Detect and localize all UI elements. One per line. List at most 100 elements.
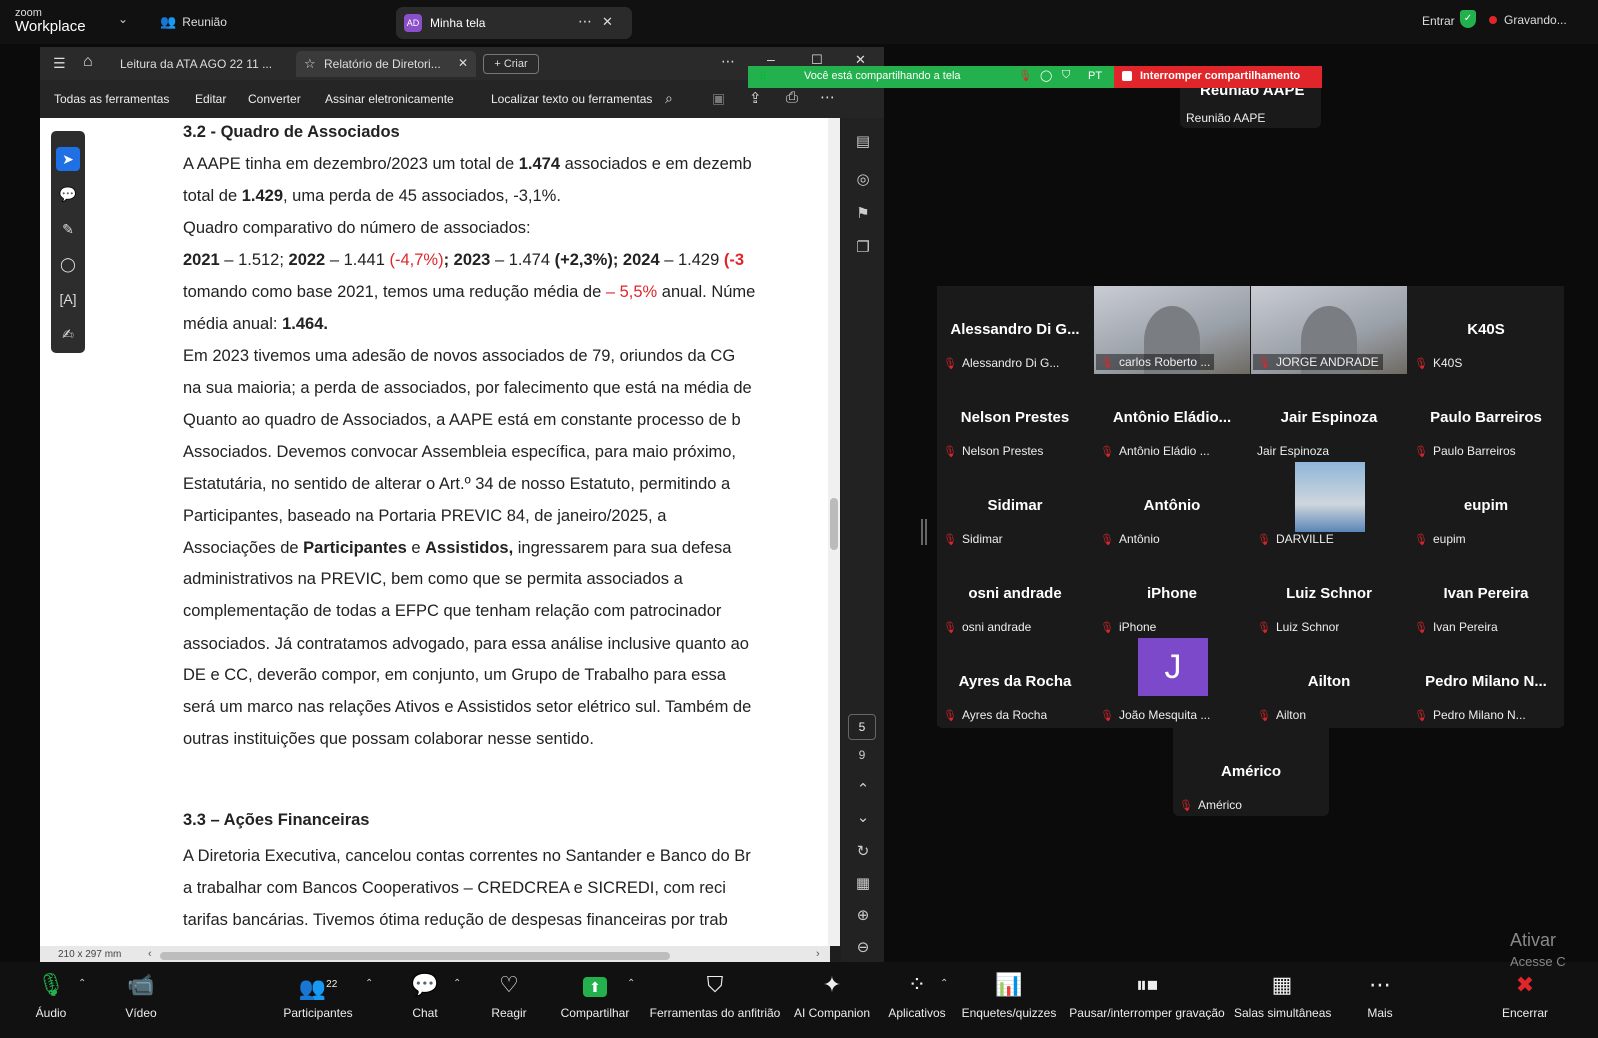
chevron-up-icon[interactable]: ⌃ — [365, 978, 373, 989]
select-tool-icon[interactable]: ➤ — [56, 147, 80, 171]
end-meeting-button[interactable]: ✖ Encerrar — [1494, 962, 1556, 1038]
scrollbar-thumb[interactable] — [830, 498, 838, 550]
bookmarks-icon[interactable]: ⚑ — [851, 202, 875, 226]
zoom-out-icon[interactable]: ⊖ — [851, 936, 875, 960]
comments-icon[interactable]: ◎ — [851, 168, 875, 192]
drag-handle-icon[interactable]: ⠿ — [759, 70, 767, 83]
host-tools-button[interactable]: ⛉ Ferramentas do anfitrião — [648, 962, 782, 1038]
scroll-left-icon[interactable]: ‹ — [148, 948, 152, 960]
lasso-tool-icon[interactable]: ◯ — [56, 252, 80, 276]
screen-share-pill[interactable]: AD Minha tela ⋯ ✕ — [396, 7, 632, 39]
apps-button[interactable]: ⁘ Aplicativos — [884, 962, 950, 1038]
create-button[interactable]: + Criar — [483, 54, 539, 74]
print-icon[interactable]: ⎙ — [786, 89, 798, 106]
vertical-scrollbar[interactable] — [828, 118, 840, 946]
chevron-up-icon[interactable]: ⌃ — [940, 978, 948, 989]
react-button[interactable]: ♡ Reagir — [486, 962, 532, 1038]
participant-tile[interactable]: Antônio 🎙 Antônio — [1094, 462, 1250, 550]
participant-tile[interactable]: Américo 🎙 Américo — [1173, 728, 1329, 816]
pause-recording-button[interactable]: ⏸⏹ Pausar/interromper gravação — [1068, 962, 1226, 1038]
pages-icon[interactable]: ❐ — [851, 236, 875, 260]
participant-tile[interactable]: Nelson Prestes 🎙 Nelson Prestes — [937, 374, 1093, 462]
participant-tile[interactable]: Antônio Eládio... 🎙 Antônio Eládio ... — [1094, 374, 1250, 462]
ai-assistant-icon[interactable]: ▤ — [851, 130, 875, 154]
more-icon[interactable]: ⋯ — [578, 13, 592, 30]
text-select-tool-icon[interactable]: [A] — [56, 287, 80, 311]
participant-tile[interactable]: Luiz Schnor 🎙 Luiz Schnor — [1251, 550, 1407, 638]
audio-button[interactable]: 🎙 Áudio — [20, 962, 82, 1038]
meeting-menu[interactable]: 👥 Reunião — [160, 14, 227, 30]
highlight-tool-icon[interactable]: ✎ — [56, 217, 80, 241]
more-icon[interactable]: ⋯ — [721, 53, 735, 70]
horizontal-scrollbar-thumb[interactable] — [160, 952, 670, 960]
share-button[interactable]: ⬆ Compartilhar — [558, 962, 632, 1038]
page-fit-icon[interactable]: ▦ — [851, 872, 875, 896]
host-video-tile[interactable]: Reunião AAPE Reunião AAPE — [1180, 88, 1321, 128]
participant-tile[interactable]: 🎙 DARVILLE — [1251, 462, 1407, 550]
scroll-right-icon[interactable]: › — [816, 948, 820, 960]
participant-tile[interactable]: Sidimar 🎙 Sidimar — [937, 462, 1093, 550]
page-down-icon[interactable]: ⌄ — [851, 806, 875, 830]
menu-sign[interactable]: Assinar eletronicamente — [325, 92, 454, 106]
menu-edit[interactable]: Editar — [195, 92, 226, 106]
participant-tile[interactable]: Paulo Barreiros 🎙 Paulo Barreiros — [1408, 374, 1564, 462]
participants-button[interactable]: 👥22 Participantes — [282, 962, 354, 1038]
participant-tile[interactable]: 🎙 JORGE ANDRADE — [1251, 286, 1407, 374]
tab-relatorio[interactable]: ☆ Relatório de Diretori... ✕ — [296, 51, 476, 77]
tab-close-icon[interactable]: ✕ — [458, 56, 468, 70]
menu-all-tools[interactable]: Todas as ferramentas — [54, 92, 169, 106]
menu-convert[interactable]: Converter — [248, 92, 301, 106]
star-icon[interactable]: ☆ — [304, 56, 316, 72]
participant-tile[interactable]: Alessandro Di G... 🎙 Alessandro Di G... — [937, 286, 1093, 374]
more-tools-icon[interactable]: ⋯ — [820, 88, 835, 106]
participant-tile[interactable]: osni andrade 🎙 osni andrade — [937, 550, 1093, 638]
save-icon[interactable]: ▣ — [712, 90, 725, 107]
participant-tile[interactable]: Pedro Milano N... 🎙 Pedro Milano N... — [1408, 638, 1564, 726]
participant-tile[interactable]: K40S 🎙 K40S — [1408, 286, 1564, 374]
chevron-up-icon[interactable]: ⌃ — [78, 978, 86, 989]
ai-companion-button[interactable]: ✦ AI Companion — [790, 962, 874, 1038]
chevron-up-icon[interactable]: ⌃ — [627, 978, 635, 989]
chevron-up-icon[interactable]: ⌃ — [453, 978, 461, 989]
language-label[interactable]: PT — [1088, 70, 1102, 82]
search-icon[interactable]: ⌕ — [665, 90, 673, 107]
login-button[interactable]: Entrar — [1422, 14, 1455, 28]
video-button[interactable]: 📹 Vídeo — [110, 962, 172, 1038]
video-icon[interactable]: ◯ — [1040, 69, 1052, 82]
participant-tile[interactable]: Ivan Pereira 🎙 Ivan Pereira — [1408, 550, 1564, 638]
participant-tile[interactable]: iPhone 🎙 iPhone — [1094, 550, 1250, 638]
search-input[interactable]: Localizar texto ou ferramentas — [491, 92, 652, 106]
minimize-icon[interactable]: – — [767, 51, 775, 67]
tab-ata[interactable]: Leitura da ATA AGO 22 11 ... — [110, 51, 288, 77]
participant-tile[interactable]: Ayres da Rocha 🎙 Ayres da Rocha — [937, 638, 1093, 726]
participant-tile[interactable]: Ailton 🎙 Ailton — [1251, 638, 1407, 726]
chat-button[interactable]: 💬 Chat — [402, 962, 448, 1038]
pdf-page[interactable]: 3.2 - Quadro de Associados A AAPE tinha … — [40, 118, 830, 946]
hamburger-icon[interactable]: ☰ — [53, 55, 66, 72]
close-icon[interactable]: ✕ — [602, 14, 613, 30]
chevron-down-icon[interactable]: ⌄ — [118, 12, 128, 26]
more-button[interactable]: ⋯ Mais — [1358, 962, 1402, 1038]
stop-sharing-button[interactable]: Interromper compartilhamento — [1114, 66, 1322, 88]
participant-tile[interactable]: Jair Espinoza Jair Espinoza — [1251, 374, 1407, 462]
mic-muted-icon[interactable]: 🎙 — [1018, 69, 1032, 82]
participant-tile[interactable]: eupim 🎙 eupim — [1408, 462, 1564, 550]
comment-tool-icon[interactable]: 💬 — [56, 182, 80, 206]
recording-status[interactable]: Gravando... — [1504, 13, 1567, 27]
zoom-workplace-logo[interactable]: zoom Workplace — [15, 7, 86, 34]
participant-tile[interactable]: 🎙 carlos Roberto ... — [1094, 286, 1250, 374]
sign-tool-icon[interactable]: ✍ — [56, 322, 80, 346]
rotate-icon[interactable]: ↻ — [851, 840, 875, 864]
page-number-input[interactable]: 5 — [848, 714, 876, 740]
shield-check-icon[interactable]: ✓ — [1460, 10, 1476, 28]
participant-tile[interactable]: J 🎙 João Mesquita ... — [1094, 638, 1250, 726]
gallery-resize-handle[interactable] — [921, 519, 927, 545]
home-icon[interactable]: ⌂ — [83, 53, 93, 71]
shield-icon[interactable]: ⛉ — [1062, 69, 1070, 82]
sharing-status[interactable]: ⠿ Você está compartilhando a tela 🎙 ◯ ⛉ … — [748, 66, 1114, 88]
zoom-in-icon[interactable]: ⊕ — [851, 904, 875, 928]
breakout-rooms-button[interactable]: ▦ Salas simultâneas — [1234, 962, 1331, 1038]
upload-icon[interactable]: ⇪ — [749, 89, 762, 107]
polls-button[interactable]: 📊 Enquetes/quizzes — [960, 962, 1058, 1038]
page-up-icon[interactable]: ⌃ — [851, 778, 875, 802]
